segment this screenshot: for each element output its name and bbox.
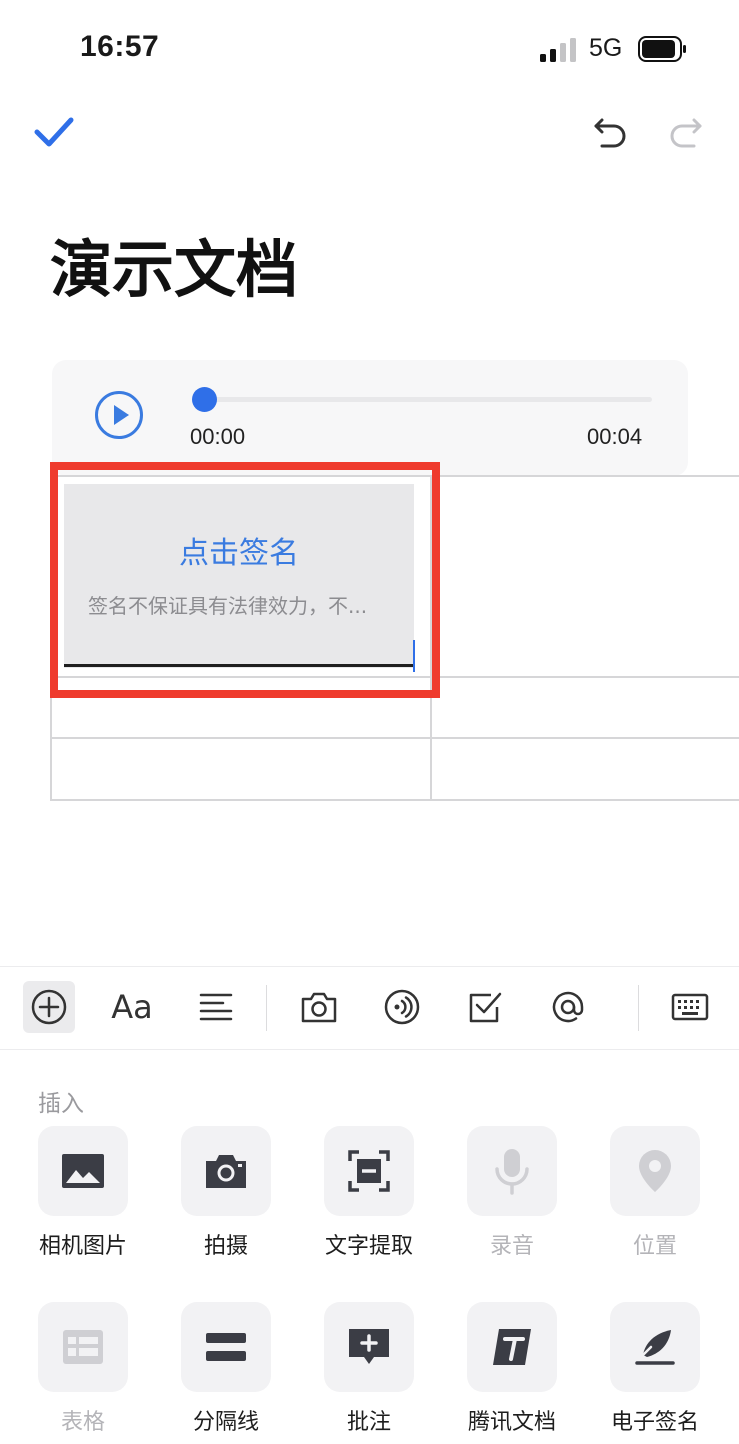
insert-recording[interactable]: 录音: [442, 1126, 582, 1276]
text-scan-icon: [348, 1150, 390, 1192]
battery-icon: [638, 36, 686, 62]
checklist-toolbar-button[interactable]: [459, 981, 511, 1033]
audio-toolbar-button[interactable]: [376, 981, 428, 1033]
insert-table-label: 表格: [60, 1410, 105, 1435]
comment-tile: [324, 1302, 414, 1392]
keyboard-icon: [671, 993, 709, 1021]
undo-icon[interactable]: [592, 112, 628, 148]
insert-divider-label: 分隔线: [192, 1410, 259, 1435]
insert-table[interactable]: 表格: [13, 1302, 153, 1444]
camera-tile: [181, 1126, 271, 1216]
done-check-icon[interactable]: [32, 112, 76, 152]
table-tile: [38, 1302, 128, 1392]
camera-icon: [301, 992, 337, 1023]
audio-wave-icon: [384, 989, 420, 1025]
status-bar: 16:57 5G: [0, 0, 739, 100]
text-scan-tile: [324, 1126, 414, 1216]
insert-e-signature[interactable]: 电子签名: [585, 1302, 725, 1444]
microphone-icon: [495, 1149, 529, 1195]
insert-divider[interactable]: 分隔线: [156, 1302, 296, 1444]
redo-icon[interactable]: [668, 112, 704, 148]
insert-shoot-label: 拍摄: [203, 1234, 248, 1259]
paragraph-button[interactable]: [190, 981, 242, 1033]
toolbar-separator: [638, 985, 639, 1031]
format-toolbar: Aa: [0, 966, 739, 1050]
divider-tile: [181, 1302, 271, 1392]
network-type: 5G: [589, 34, 623, 62]
audio-total-time: 00:04: [587, 424, 643, 449]
font-aa-icon: Aa: [111, 988, 153, 1026]
insert-location[interactable]: 位置: [585, 1126, 725, 1276]
insert-tencent-docs-label: 腾讯文档: [467, 1410, 556, 1435]
audio-current-time: 00:00: [190, 424, 246, 449]
insert-tencent-docs[interactable]: 腾讯文档: [442, 1302, 582, 1444]
editor-topbar: [0, 100, 739, 170]
align-left-icon: [199, 993, 233, 1021]
mention-toolbar-button[interactable]: [542, 981, 594, 1033]
insert-comment-label: 批注: [346, 1410, 391, 1435]
keyboard-toolbar-button[interactable]: [664, 981, 716, 1033]
table-border: [50, 737, 739, 739]
status-time: 16:57: [80, 30, 160, 63]
insert-section-title: 插入: [38, 1091, 84, 1117]
table-border: [50, 799, 739, 801]
highlight-box: [50, 462, 440, 698]
signature-tile: [610, 1302, 700, 1392]
audio-progress-track[interactable]: [202, 397, 652, 402]
signature-pen-icon: [635, 1330, 675, 1365]
plus-circle-icon: [31, 989, 67, 1025]
text-style-button[interactable]: Aa: [106, 981, 158, 1033]
insert-recording-label: 录音: [489, 1234, 534, 1259]
at-icon: [552, 991, 584, 1023]
insert-camera-photo[interactable]: 相机图片: [13, 1126, 153, 1276]
location-pin-icon: [639, 1150, 671, 1192]
tencent-docs-tile: [467, 1302, 557, 1392]
tencent-docs-icon: [493, 1329, 531, 1365]
camera-toolbar-button[interactable]: [293, 981, 345, 1033]
table-icon: [63, 1330, 103, 1364]
comment-add-icon: [349, 1329, 389, 1364]
insert-shoot[interactable]: 拍摄: [156, 1126, 296, 1276]
image-icon: [62, 1154, 104, 1188]
insert-toolbar-button[interactable]: [23, 981, 75, 1033]
audio-player: 00:00 00:04: [52, 360, 688, 476]
play-icon[interactable]: [94, 390, 144, 440]
audio-progress-thumb[interactable]: [191, 387, 217, 412]
insert-text-extract-label: 文字提取: [324, 1234, 413, 1259]
signal-icon: [540, 38, 576, 62]
insert-e-signature-label: 电子签名: [610, 1410, 699, 1435]
image-tile: [38, 1126, 128, 1216]
document-title[interactable]: 演示文档: [50, 232, 298, 308]
insert-text-extract[interactable]: 文字提取: [299, 1126, 439, 1276]
location-tile: [610, 1126, 700, 1216]
divider-icon: [206, 1333, 246, 1361]
toolbar-separator: [266, 985, 267, 1031]
checkbox-icon: [469, 992, 502, 1023]
insert-camera-photo-label: 相机图片: [38, 1234, 127, 1259]
insert-comment[interactable]: 批注: [299, 1302, 439, 1444]
camera-icon: [206, 1155, 246, 1188]
insert-location-label: 位置: [632, 1234, 677, 1259]
microphone-tile: [467, 1126, 557, 1216]
